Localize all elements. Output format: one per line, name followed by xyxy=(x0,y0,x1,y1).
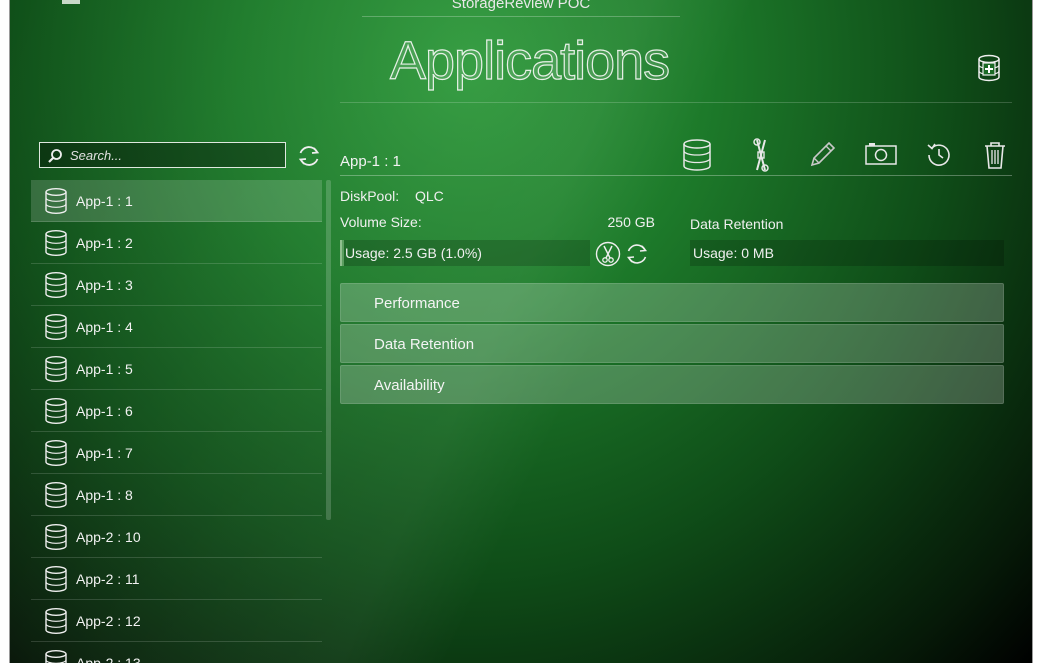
history-icon xyxy=(927,143,950,166)
list-item[interactable]: App-2 : 11 xyxy=(31,558,322,600)
database-icon xyxy=(683,139,711,171)
list-item-label: App-1 : 2 xyxy=(76,235,133,251)
list-item[interactable]: App-1 : 3 xyxy=(31,264,322,306)
database-icon xyxy=(45,398,67,424)
search-input[interactable] xyxy=(70,146,280,164)
diskpool-label: DiskPool: xyxy=(340,188,400,204)
snapshot-button[interactable] xyxy=(864,137,898,173)
retention-usage-bar: Usage: 0 MB xyxy=(690,240,1004,266)
list-item[interactable]: App-1 : 1 xyxy=(31,180,322,222)
list-item[interactable]: App-1 : 2 xyxy=(31,222,322,264)
database-icon xyxy=(45,272,67,298)
application-list: App-1 : 1 App-1 : 2 App-1 : 3 App-1 : 4 App-… xyxy=(31,180,322,663)
detail-title: App-1 : 1 xyxy=(340,153,401,170)
list-item-label: App-2 : 10 xyxy=(76,529,141,545)
volume-size-value: 250 GB xyxy=(607,214,655,230)
database-icon xyxy=(45,608,67,634)
database-icon xyxy=(45,566,67,592)
storage-button[interactable] xyxy=(680,137,714,173)
list-item-label: App-1 : 7 xyxy=(76,445,133,461)
edit-button[interactable] xyxy=(804,137,838,173)
refresh-icon xyxy=(298,146,320,166)
list-item-label: App-1 : 1 xyxy=(76,193,133,209)
section-data-retention[interactable]: Data Retention xyxy=(340,324,1004,363)
trash-icon xyxy=(985,142,1005,169)
list-item[interactable]: App-2 : 13 xyxy=(31,642,322,663)
list-item[interactable]: App-2 : 10 xyxy=(31,516,322,558)
camera-icon xyxy=(865,143,897,165)
list-item-label: App-1 : 6 xyxy=(76,403,133,419)
list-item[interactable]: App-1 : 5 xyxy=(31,348,322,390)
list-scrollbar[interactable] xyxy=(326,180,331,520)
database-icon xyxy=(45,314,67,340)
list-item-label: App-1 : 4 xyxy=(76,319,133,335)
scissors-icon xyxy=(595,241,621,267)
refresh-button[interactable] xyxy=(295,142,323,170)
menu-icon[interactable] xyxy=(62,0,80,4)
divider xyxy=(362,16,680,17)
retention-usage-text: Usage: 0 MB xyxy=(693,245,774,261)
tools-icon xyxy=(753,138,769,172)
database-icon xyxy=(45,230,67,256)
list-item-label: App-1 : 8 xyxy=(76,487,133,503)
list-item[interactable]: App-1 : 7 xyxy=(31,432,322,474)
database-icon xyxy=(45,440,67,466)
database-add-icon xyxy=(978,54,1000,82)
section-label: Data Retention xyxy=(374,336,475,353)
list-item[interactable]: App-2 : 12 xyxy=(31,600,322,642)
add-application-button[interactable] xyxy=(976,54,1002,82)
database-icon xyxy=(45,524,67,550)
page-title: Applications xyxy=(389,30,670,91)
section-label: Availability xyxy=(374,377,445,394)
section-label: Performance xyxy=(374,295,460,312)
volume-size-label: Volume Size: xyxy=(340,214,422,230)
pencil-icon xyxy=(810,141,836,167)
search-icon xyxy=(48,149,62,163)
section-performance[interactable]: Performance xyxy=(340,283,1004,322)
database-icon xyxy=(45,650,67,663)
list-item-label: App-2 : 12 xyxy=(76,613,141,629)
data-retention-label: Data Retention xyxy=(690,216,784,232)
list-item-label: App-1 : 3 xyxy=(76,277,133,293)
delete-button[interactable] xyxy=(978,137,1012,173)
divider xyxy=(340,175,1012,176)
list-item-label: App-2 : 11 xyxy=(76,571,140,587)
list-item-label: App-2 : 13 xyxy=(76,655,141,663)
app-window: StorageReview POC Applications App-1 : 1… xyxy=(9,0,1033,663)
list-item[interactable]: App-1 : 8 xyxy=(31,474,322,516)
diskpool-value: QLC xyxy=(415,188,444,204)
trim-button[interactable] xyxy=(595,241,621,267)
detail-toolbar xyxy=(680,137,1010,173)
list-item[interactable]: App-1 : 6 xyxy=(31,390,322,432)
tools-button[interactable] xyxy=(744,137,778,173)
list-item[interactable]: App-1 : 4 xyxy=(31,306,322,348)
database-icon xyxy=(45,356,67,382)
sync-icon xyxy=(626,244,648,264)
sync-button[interactable] xyxy=(624,241,650,267)
list-item-label: App-1 : 5 xyxy=(76,361,133,377)
section-availability[interactable]: Availability xyxy=(340,365,1004,404)
history-button[interactable] xyxy=(922,137,956,173)
database-icon xyxy=(45,482,67,508)
divider xyxy=(340,102,1012,103)
search-box xyxy=(39,142,286,168)
app-name: StorageReview POC xyxy=(451,0,591,12)
volume-usage-text: Usage: 2.5 GB (1.0%) xyxy=(345,245,482,261)
volume-usage-bar: Usage: 2.5 GB (1.0%) xyxy=(340,240,590,266)
database-icon xyxy=(45,188,67,214)
